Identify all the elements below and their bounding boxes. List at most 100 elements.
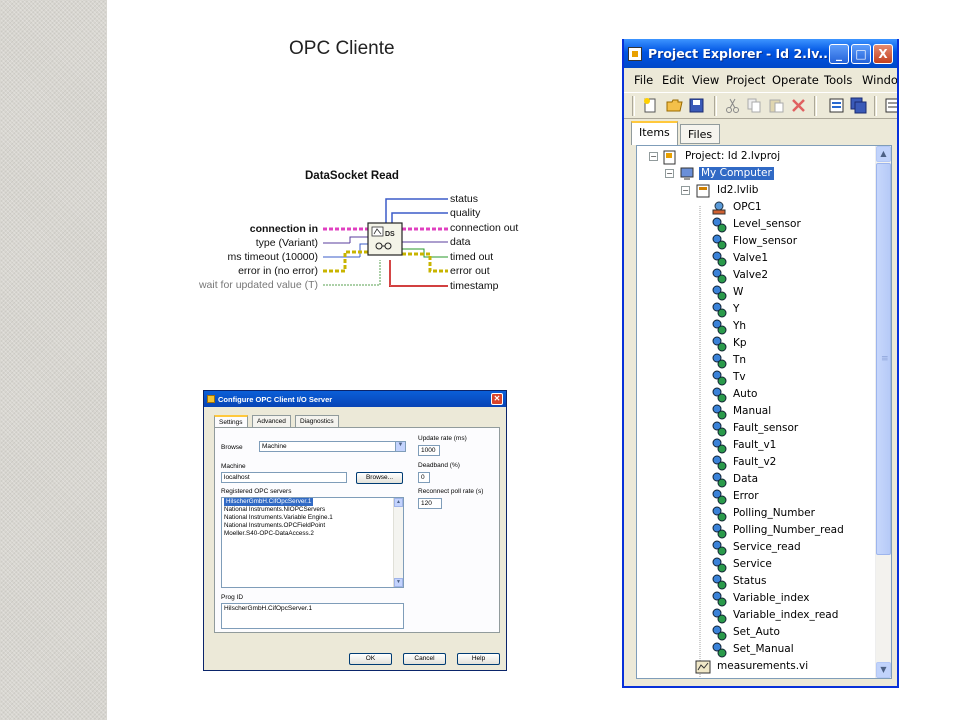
tab-advanced[interactable]: Advanced <box>252 415 291 427</box>
tree-scrollbar[interactable]: ▲ ▼ <box>875 146 891 678</box>
reconnect-input[interactable]: 120 <box>418 498 442 509</box>
tree-item-label: Flow_sensor <box>733 235 798 247</box>
scroll-down-icon[interactable]: ▼ <box>394 578 403 587</box>
variable-icon <box>711 421 727 437</box>
tree-item-label: measurements.vi <box>717 660 809 672</box>
menu-tools[interactable]: Tools <box>824 73 852 87</box>
tree-item-label: Variable_index_read <box>733 609 839 621</box>
update-rate-input[interactable]: 1000 <box>418 445 440 456</box>
server-name: HilscherGmbH.CifOpcServer.1 <box>224 498 314 506</box>
input-ms-timeout: ms timeout (10000) <box>227 251 318 263</box>
menu-file[interactable]: File <box>634 73 653 87</box>
menu-operate[interactable]: Operate <box>772 73 819 87</box>
open-folder-icon[interactable] <box>666 97 683 114</box>
save-all-icon[interactable] <box>850 97 867 114</box>
scroll-up-icon[interactable]: ▲ <box>876 146 891 162</box>
tree-item-label: My Computer <box>699 167 774 180</box>
tree-item-label: Variable_index <box>733 592 810 604</box>
registered-servers-list[interactable]: HilscherGmbH.CifOpcServer.1 National Inst… <box>221 497 404 588</box>
tab-items[interactable]: Items <box>631 121 678 145</box>
toolbar <box>624 92 899 119</box>
cancel-button[interactable]: Cancel <box>403 653 446 665</box>
collapse-icon[interactable]: − <box>649 152 658 161</box>
variable-icon <box>711 336 727 352</box>
machine-input[interactable]: localhost <box>221 472 347 483</box>
window-titlebar: Project Explorer - Id 2.lv... _ □ X <box>624 39 897 68</box>
dialog-close-button[interactable]: ✕ <box>491 393 503 405</box>
server-icon <box>711 200 727 216</box>
browse-select-value: Machine <box>262 443 287 450</box>
close-button[interactable]: X <box>873 44 893 64</box>
tree-item-label: Status <box>733 575 767 587</box>
vi-icon <box>695 659 711 675</box>
variable-icon <box>711 404 727 420</box>
copy-icon[interactable] <box>746 97 763 114</box>
window-list-icon[interactable] <box>884 97 899 114</box>
scroll-down-icon[interactable]: ▼ <box>876 662 891 678</box>
tree-item-label: Fault_v1 <box>733 439 777 451</box>
server-list-item[interactable]: National Instruments.OPCFieldPoint <box>222 522 403 530</box>
minimize-button[interactable]: _ <box>829 44 849 64</box>
variable-icon <box>711 557 727 573</box>
project-settings-icon[interactable] <box>828 97 845 114</box>
cut-icon[interactable] <box>724 97 741 114</box>
menu-edit[interactable]: Edit <box>662 73 684 87</box>
collapse-icon[interactable]: − <box>681 186 690 195</box>
chevron-down-icon[interactable]: ▼ <box>395 442 405 451</box>
toolbar-grip[interactable] <box>632 96 635 116</box>
slide-title: OPC Cliente <box>289 38 395 59</box>
menu-window[interactable]: Window <box>862 73 897 87</box>
variable-icon <box>711 387 727 403</box>
server-list-item[interactable]: Moeller.S40-OPC-DataAccess.2 <box>222 530 403 538</box>
server-list-item[interactable]: National Instruments.Variable Engine.1 <box>222 514 403 522</box>
tree-item-label: Service <box>733 558 772 570</box>
progid-label: Prog ID <box>221 594 244 601</box>
save-icon[interactable] <box>688 97 705 114</box>
variable-icon <box>711 489 727 505</box>
server-list-item[interactable]: HilscherGmbH.CifOpcServer.1 <box>222 498 403 506</box>
collapse-icon[interactable]: − <box>665 169 674 178</box>
variable-icon <box>711 353 727 369</box>
computer-icon <box>679 166 695 182</box>
project-tree[interactable]: Project: Id 2.lvproj − My Computer − Id2.lvl… <box>636 145 892 679</box>
datasocket-title: DataSocket Read <box>305 170 399 182</box>
output-error-out: error out <box>450 265 490 277</box>
server-list-item[interactable]: National Instruments.NIOPCServers <box>222 506 403 514</box>
server-list-scrollbar[interactable]: ▲ ▼ <box>393 498 403 587</box>
deadband-input[interactable]: 0 <box>418 472 430 483</box>
new-icon[interactable] <box>642 97 659 114</box>
slide-decorative-strip <box>0 0 107 720</box>
scroll-up-icon[interactable]: ▲ <box>394 498 403 507</box>
progid-field[interactable]: HilscherGmbH.CifOpcServer.1 <box>221 603 404 629</box>
browse-select[interactable]: Machine ▼ <box>259 441 406 452</box>
browse-button[interactable]: Browse... <box>356 472 403 484</box>
variable-icon <box>711 540 727 556</box>
tree-item-label: Fault_sensor <box>733 422 799 434</box>
output-connection-out: connection out <box>450 222 519 234</box>
tree-item-label: Polling_Number_read <box>733 524 844 536</box>
settings-panel: Browse Machine ▼ Machine localhost Brows… <box>214 427 500 633</box>
input-type-variant: type (Variant) <box>255 237 318 249</box>
delete-icon[interactable] <box>790 97 807 114</box>
registered-servers-label: Registered OPC servers <box>221 488 292 495</box>
variable-icon <box>711 574 727 590</box>
help-button[interactable]: Help <box>457 653 500 665</box>
scroll-thumb[interactable] <box>876 163 891 555</box>
tab-files[interactable]: Files <box>680 124 721 144</box>
project-explorer-window: Project Explorer - Id 2.lv... _ □ X File… <box>622 39 899 688</box>
project-icon <box>628 47 642 61</box>
menu-view[interactable]: View <box>692 73 719 87</box>
window-title: Project Explorer - Id 2.lv... <box>648 46 833 61</box>
variable-icon <box>711 268 727 284</box>
deadband-label: Deadband (%) <box>418 462 460 469</box>
tab-diagnostics[interactable]: Diagnostics <box>295 415 339 427</box>
menu-project[interactable]: Project <box>726 73 765 87</box>
output-timestamp: timestamp <box>450 280 499 292</box>
browse-label: Browse <box>221 444 243 451</box>
tree-item-label: Manual <box>733 405 772 417</box>
server-name: National Instruments.Variable Engine.1 <box>224 514 333 521</box>
ok-button[interactable]: OK <box>349 653 392 665</box>
maximize-button[interactable]: □ <box>851 44 871 64</box>
paste-icon[interactable] <box>768 97 785 114</box>
machine-label: Machine <box>221 463 246 470</box>
